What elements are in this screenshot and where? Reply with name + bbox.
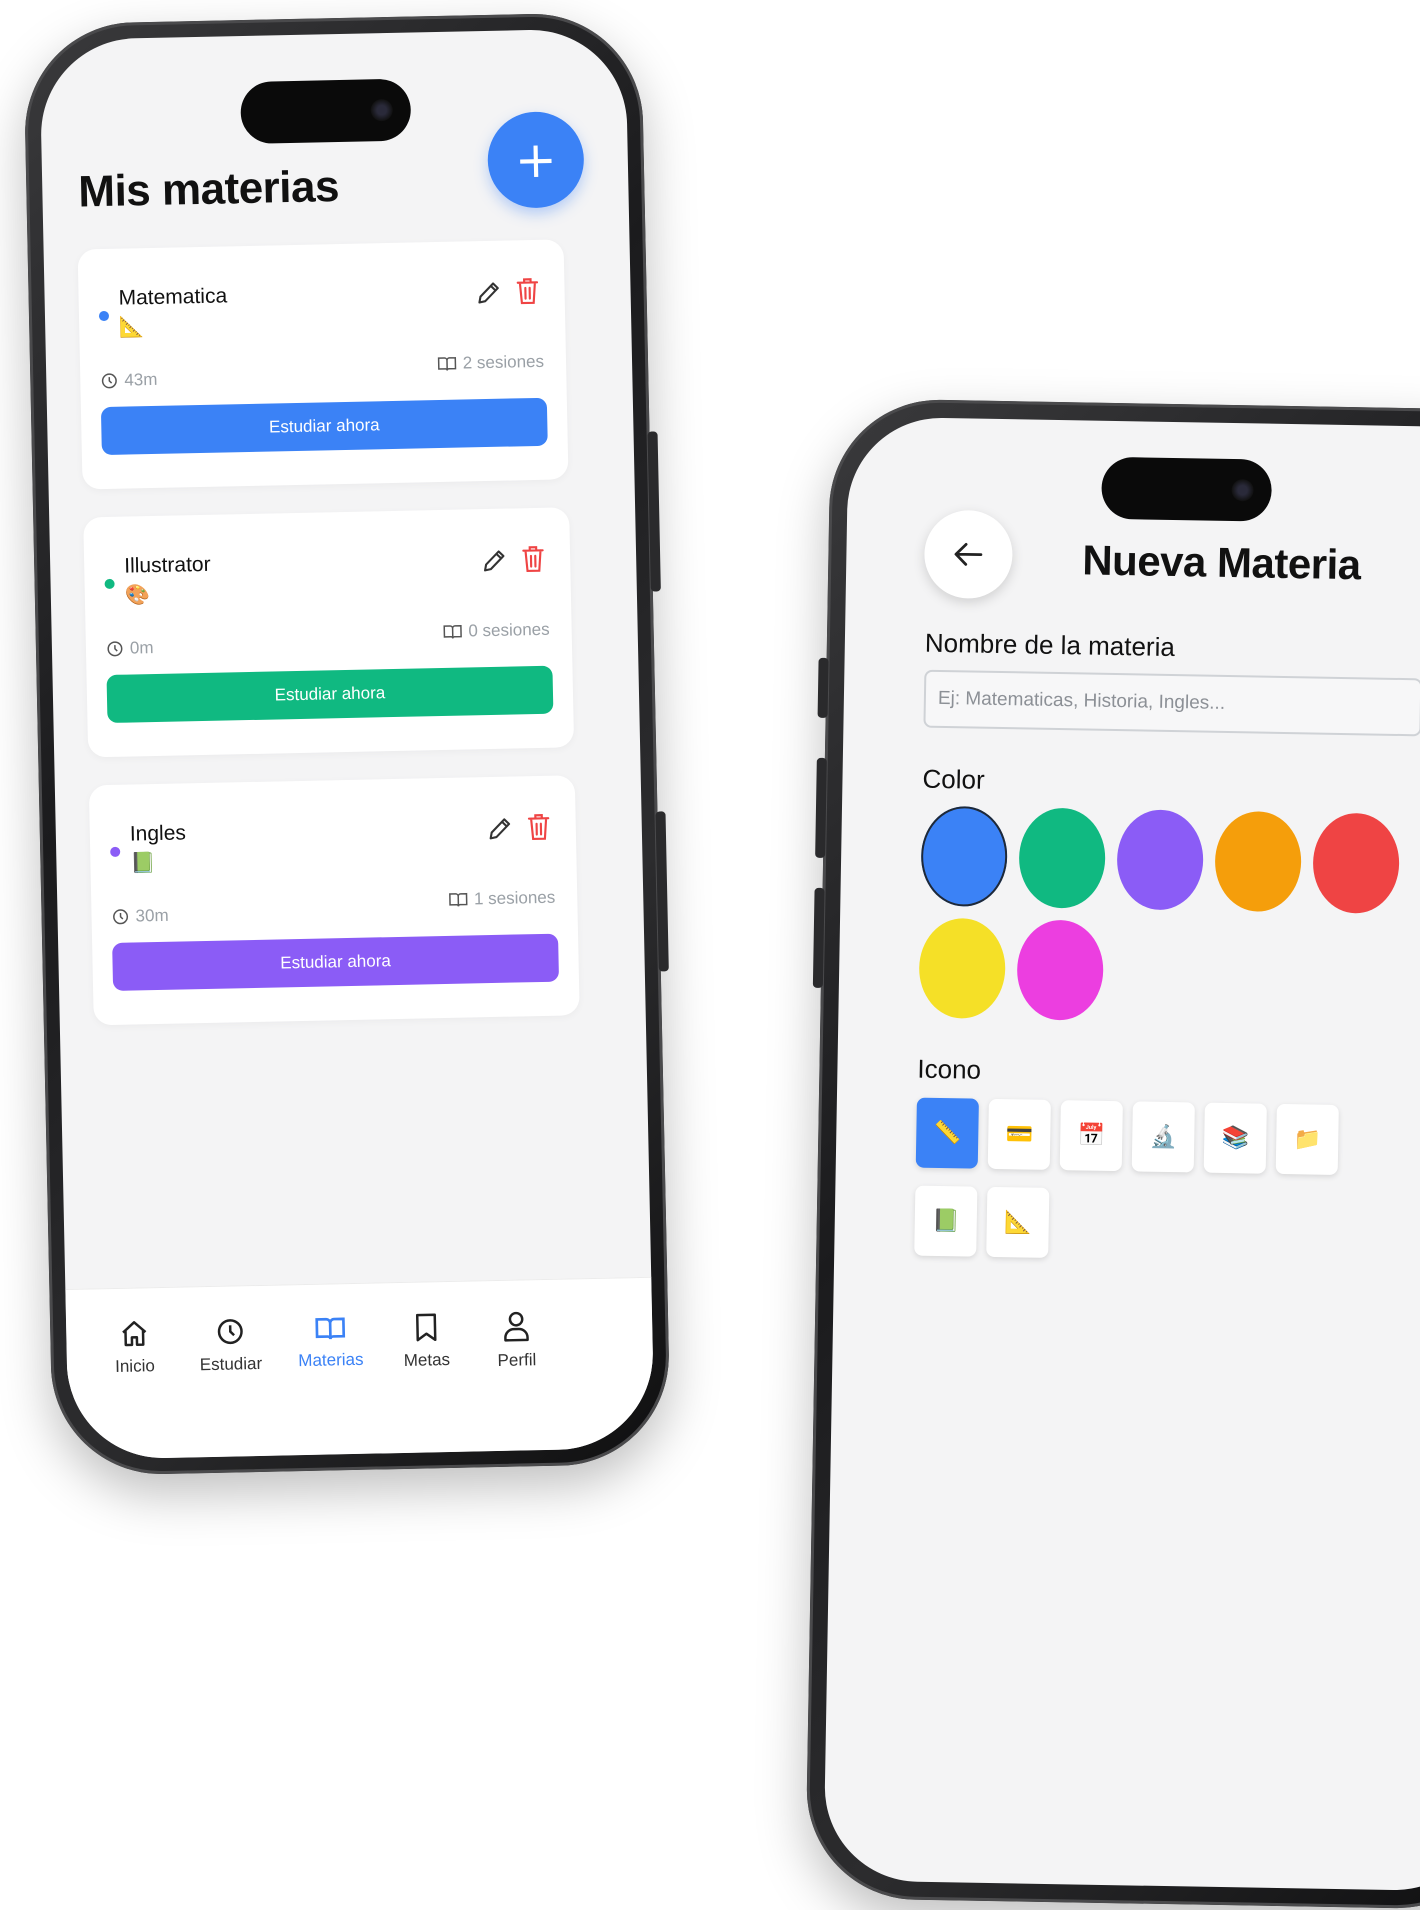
home-icon <box>122 1321 147 1347</box>
icon-option-microscope[interactable]: 🔬 <box>1131 1101 1195 1173</box>
dynamic-island <box>240 78 412 145</box>
study-now-button[interactable]: Estudiar ahora <box>112 933 560 991</box>
arrow-left-icon <box>954 543 983 566</box>
color-swatch-yellow[interactable] <box>918 917 1007 1020</box>
subject-color-dot <box>110 846 121 857</box>
pencil-icon[interactable] <box>474 279 503 308</box>
subject-name: Ingles <box>129 821 187 846</box>
name-label: Nombre de la materia <box>924 627 1176 663</box>
clock-icon <box>107 641 123 657</box>
color-swatch-green[interactable] <box>1018 807 1107 909</box>
add-subject-button[interactable]: + <box>486 110 585 209</box>
user-icon <box>504 1311 529 1342</box>
book-icon <box>315 1317 346 1340</box>
subject-color-dot <box>104 578 115 590</box>
subject-card: Matematica 📐 43m 2 sesiones Estudiar aho… <box>77 239 569 490</box>
icon-option-triangle-ruler[interactable]: 📐 <box>986 1186 1050 1258</box>
phone-side-button <box>812 887 825 988</box>
study-time-value: 43m <box>124 369 158 390</box>
tab-label: Metas <box>403 1349 451 1370</box>
tab-label: Inicio <box>114 1356 156 1376</box>
icon-option-calendar[interactable]: 📅 <box>1059 1100 1123 1172</box>
book-icon <box>448 892 468 907</box>
color-swatch-purple[interactable] <box>1116 809 1204 911</box>
color-swatch-pink[interactable] <box>1016 919 1105 1021</box>
phone-side-button <box>817 657 829 718</box>
trash-icon[interactable] <box>514 276 541 307</box>
subject-card: Ingles 📗 30m 1 sesiones Estudiar ahora <box>88 775 580 1026</box>
subject-name-input[interactable] <box>923 669 1420 737</box>
subject-color-dot <box>98 310 110 322</box>
tab-inicio[interactable]: Inicio <box>84 1318 185 1378</box>
phone-subjects-list: Mis materias + Matematica 📐 43m 2 sesion… <box>22 11 672 1477</box>
dynamic-island <box>1101 456 1273 522</box>
subject-name: Matematica <box>118 284 228 310</box>
trash-icon[interactable] <box>525 812 552 843</box>
clock-icon <box>101 373 117 389</box>
clock-icon <box>217 1319 243 1345</box>
palette-icon: 🎨 <box>124 582 150 607</box>
new-subject-screen: Nueva Materia Nombre de la materia Color… <box>823 416 1420 1892</box>
icon-option-green-book[interactable]: 📗 <box>914 1185 978 1257</box>
bookmark-icon <box>415 1313 437 1342</box>
pencil-icon[interactable] <box>480 547 509 576</box>
session-count: 1 sesiones <box>448 888 556 910</box>
session-count: 0 sesiones <box>442 620 550 642</box>
triangle-ruler-icon: 📐 <box>118 314 145 339</box>
tab-label: Estudiar <box>199 1353 263 1375</box>
study-time-value: 0m <box>129 638 154 658</box>
phone-new-subject: Nueva Materia Nombre de la materia Color… <box>804 398 1420 1910</box>
book-icon <box>443 624 462 639</box>
trash-icon[interactable] <box>520 544 547 575</box>
session-count-value: 2 sesiones <box>462 351 545 373</box>
page-title: Mis materias <box>77 162 340 217</box>
study-time: 30m <box>111 905 169 927</box>
icon-option-books[interactable]: 📚 <box>1203 1102 1267 1174</box>
icon-option-folder[interactable]: 📁 <box>1275 1103 1339 1175</box>
page-title: Nueva Materia <box>1081 536 1362 589</box>
green-book-icon: 📗 <box>130 850 156 875</box>
color-label: Color <box>922 763 985 795</box>
phone-side-button <box>815 757 827 858</box>
icon-label: Icono <box>917 1053 982 1085</box>
tab-metas[interactable]: Metas <box>376 1311 477 1371</box>
phone-side-button <box>655 811 669 972</box>
study-now-button[interactable]: Estudiar ahora <box>106 665 554 724</box>
subjects-screen: Mis materias + Matematica 📐 43m 2 sesion… <box>39 28 655 1460</box>
back-button[interactable] <box>923 509 1014 600</box>
clock-icon <box>113 909 129 925</box>
tab-estudiar[interactable]: Estudiar <box>180 1316 281 1376</box>
color-swatch-red[interactable] <box>1312 812 1400 914</box>
tab-label: Perfil <box>497 1350 537 1370</box>
bottom-tab-bar: Inicio Estudiar Materias Metas Perfil <box>65 1276 655 1460</box>
tab-label: Materias <box>298 1349 364 1371</box>
book-icon <box>437 357 456 371</box>
study-time: 0m <box>106 638 154 659</box>
session-count-value: 0 sesiones <box>468 619 550 641</box>
icon-option-ruler[interactable]: 📏 <box>915 1097 979 1169</box>
icon-option-card[interactable]: 💳 <box>987 1098 1051 1170</box>
phone-side-button <box>647 431 661 592</box>
session-count: 2 sesiones <box>437 352 545 374</box>
tab-materias[interactable]: Materias <box>280 1313 381 1371</box>
tab-perfil[interactable]: Perfil <box>466 1310 567 1372</box>
pencil-icon[interactable] <box>486 815 515 844</box>
subject-card: Illustrator 🎨 0m 0 sesiones Estudiar aho… <box>83 507 575 758</box>
subject-name: Illustrator <box>123 552 211 578</box>
study-time: 43m <box>100 369 158 391</box>
color-swatch-orange[interactable] <box>1214 810 1302 913</box>
session-count-value: 1 sesiones <box>473 887 556 909</box>
study-now-button[interactable]: Estudiar ahora <box>100 397 548 456</box>
study-time-value: 30m <box>135 905 169 926</box>
color-swatch-blue[interactable] <box>920 805 1009 908</box>
